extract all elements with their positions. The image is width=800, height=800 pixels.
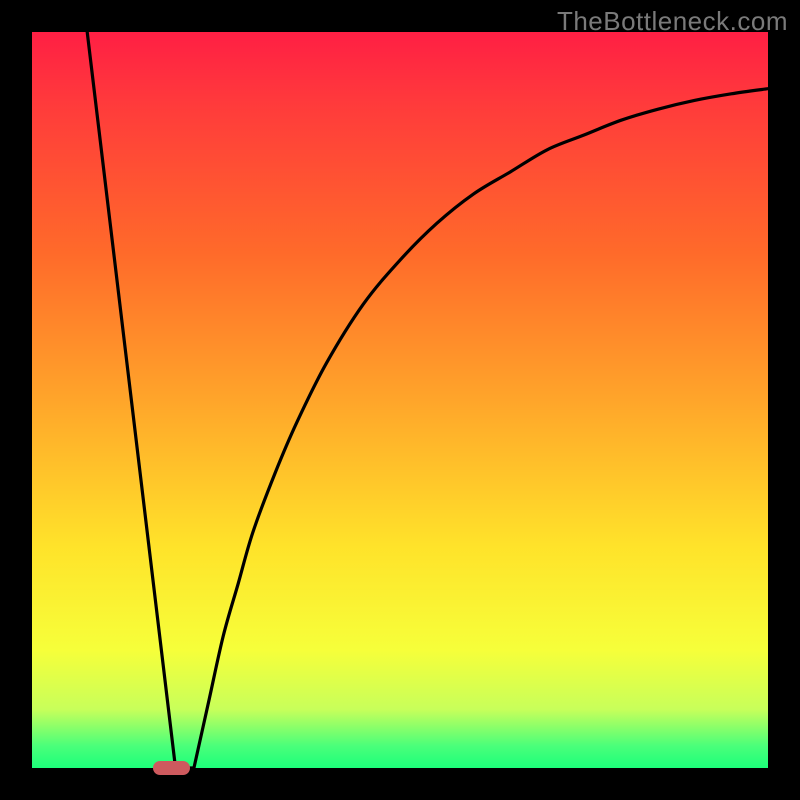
optimum-marker bbox=[153, 761, 190, 776]
curve-path bbox=[87, 32, 768, 768]
chart-svg bbox=[32, 32, 768, 768]
plot-area bbox=[32, 32, 768, 768]
chart-frame: TheBottleneck.com bbox=[0, 0, 800, 800]
